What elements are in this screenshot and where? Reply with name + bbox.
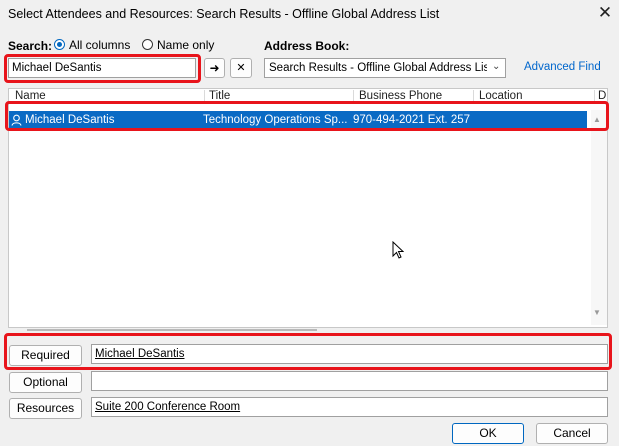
optional-button-label: Optional <box>23 375 68 389</box>
required-button-label: Required <box>21 348 70 362</box>
search-go-button[interactable]: ➜ <box>204 58 225 78</box>
column-divider <box>204 90 205 104</box>
row-name-cell: Michael DeSantis <box>25 114 115 126</box>
search-input-value: Michael DeSantis <box>12 62 102 74</box>
address-book-label: Address Book: <box>264 39 350 53</box>
cancel-button[interactable]: Cancel <box>536 423 608 444</box>
required-button[interactable]: Required <box>9 345 82 366</box>
horizontal-scrollbar[interactable] <box>27 329 317 331</box>
optional-field[interactable] <box>91 371 608 391</box>
address-book-value: Search Results - Offline Global Address … <box>269 62 487 74</box>
column-header-title[interactable]: Title <box>209 90 230 104</box>
radio-all-columns[interactable] <box>54 39 65 50</box>
mouse-cursor-icon <box>392 241 404 259</box>
optional-button[interactable]: Optional <box>9 372 82 393</box>
required-field[interactable]: Michael DeSantis <box>91 344 608 364</box>
chevron-down-icon: ⌄ <box>492 61 501 72</box>
row-location-cell <box>479 113 579 127</box>
search-clear-button[interactable]: ✕ <box>230 58 252 78</box>
column-header-business-phone[interactable]: Business Phone <box>359 90 442 104</box>
resources-button-label: Resources <box>16 401 75 415</box>
resources-field[interactable]: Suite 200 Conference Room <box>91 397 608 417</box>
advanced-find-link[interactable]: Advanced Find <box>524 61 601 73</box>
column-header-location[interactable]: Location <box>479 90 522 104</box>
scroll-down-arrow-icon[interactable]: ▼ <box>593 308 601 317</box>
row-title-cell: Technology Operations Sp... <box>203 114 348 126</box>
search-input[interactable]: Michael DeSantis <box>8 58 196 78</box>
required-field-value: Michael DeSantis <box>95 348 185 360</box>
resources-button[interactable]: Resources <box>9 398 82 419</box>
scroll-up-arrow-icon[interactable]: ▲ <box>593 115 601 124</box>
window-title: Select Attendees and Resources: Search R… <box>8 7 440 21</box>
vertical-scrollbar[interactable] <box>591 110 607 325</box>
ok-button[interactable]: OK <box>452 423 524 444</box>
column-header-name[interactable]: Name <box>15 90 46 104</box>
search-label: Search: <box>8 39 53 53</box>
column-divider <box>594 90 595 104</box>
column-divider <box>353 90 354 104</box>
row-phone-cell: 970-494-2021 Ext. 257 <box>353 114 471 126</box>
close-icon[interactable]: ✕ <box>596 3 614 23</box>
address-book-select[interactable]: Search Results - Offline Global Address … <box>264 58 506 78</box>
radio-all-columns-label[interactable]: All columns <box>69 38 130 52</box>
radio-name-only[interactable] <box>142 39 153 50</box>
resources-field-value: Suite 200 Conference Room <box>95 401 241 413</box>
contact-person-icon <box>11 114 22 126</box>
radio-name-only-label[interactable]: Name only <box>157 38 214 52</box>
column-header-department[interactable]: D <box>598 90 606 104</box>
column-divider <box>473 90 474 104</box>
